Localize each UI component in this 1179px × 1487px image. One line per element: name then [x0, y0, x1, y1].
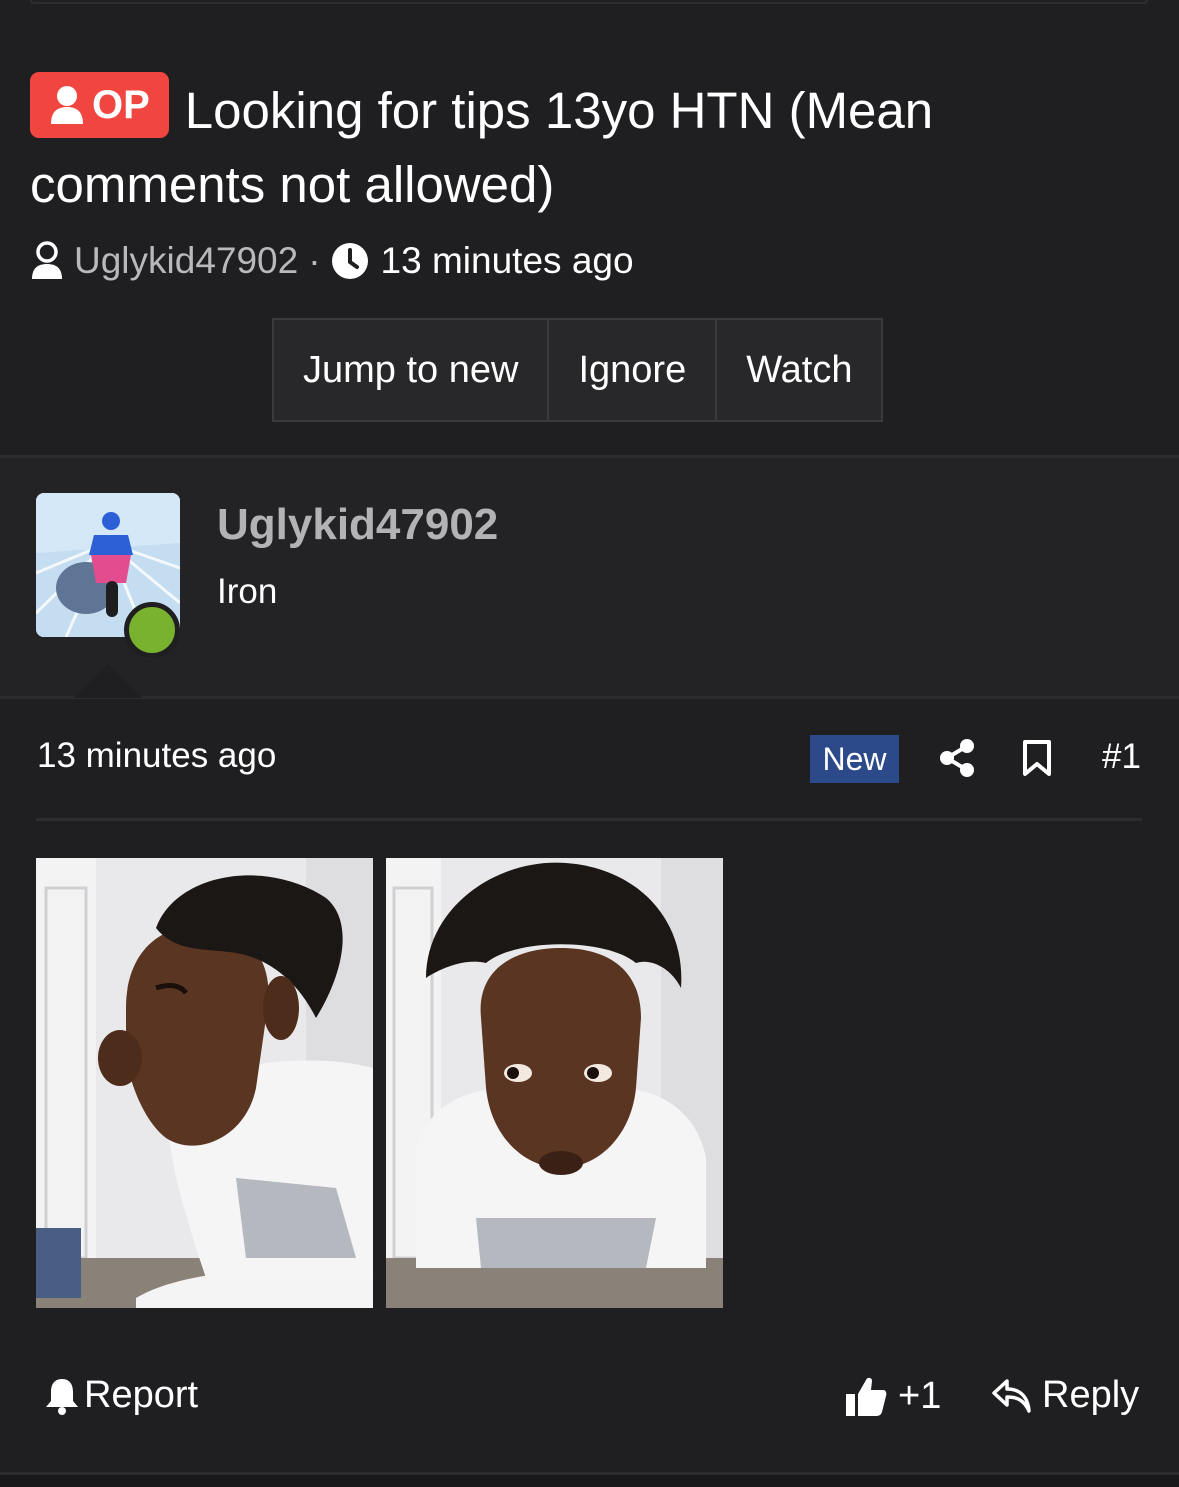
- op-badge: OP: [30, 72, 169, 138]
- user-icon: [51, 86, 83, 124]
- user-icon: [32, 241, 62, 279]
- share-icon[interactable]: [938, 738, 976, 783]
- clock-icon: [331, 243, 368, 279]
- new-badge: New: [810, 735, 899, 783]
- watch-button[interactable]: Watch: [717, 320, 881, 420]
- thread-time[interactable]: 13 minutes ago: [381, 240, 634, 282]
- online-status-dot: [124, 602, 180, 658]
- thread-header: OP Looking for tips 13yo HTN (Mean commen…: [30, 72, 1150, 222]
- meta-separator: ·: [308, 240, 321, 281]
- report-label: Report: [84, 1374, 199, 1416]
- thread-actions: Jump to new Ignore Watch: [272, 318, 884, 422]
- user-rank: Iron: [217, 572, 278, 611]
- post-number-link[interactable]: #1: [1102, 737, 1141, 777]
- like-count: +1: [898, 1374, 942, 1417]
- post-time[interactable]: 13 minutes ago: [37, 736, 276, 776]
- like-button[interactable]: +1: [844, 1374, 941, 1418]
- post-divider: [36, 818, 1142, 821]
- op-badge-label: OP: [92, 83, 150, 127]
- reply-arrow-icon: [992, 1378, 1031, 1413]
- user-panel-pointer: [74, 664, 142, 698]
- previous-panel-edge: [30, 0, 1148, 4]
- user-panel-divider: [0, 696, 1179, 699]
- thread-author-link[interactable]: Uglykid47902: [74, 240, 298, 282]
- thread-title-row: OP Looking for tips 13yo HTN (Mean commen…: [30, 72, 1150, 222]
- attachment-photo-front[interactable]: [386, 858, 723, 1308]
- bookmark-icon[interactable]: [1022, 739, 1052, 782]
- jump-to-new-button[interactable]: Jump to new: [274, 320, 550, 420]
- report-button[interactable]: Report: [44, 1374, 198, 1417]
- thumbs-up-icon: [846, 1377, 887, 1416]
- attachment-photo-profile[interactable]: [36, 858, 373, 1308]
- thread-meta: Uglykid47902 · 13 minutes ago: [30, 236, 634, 286]
- ignore-button[interactable]: Ignore: [549, 320, 718, 420]
- bell-icon: [46, 1378, 78, 1415]
- reply-button[interactable]: Reply: [992, 1374, 1139, 1417]
- reply-label: Reply: [1042, 1374, 1140, 1416]
- bottom-divider: [0, 1472, 1179, 1487]
- post-username[interactable]: Uglykid47902: [217, 500, 498, 550]
